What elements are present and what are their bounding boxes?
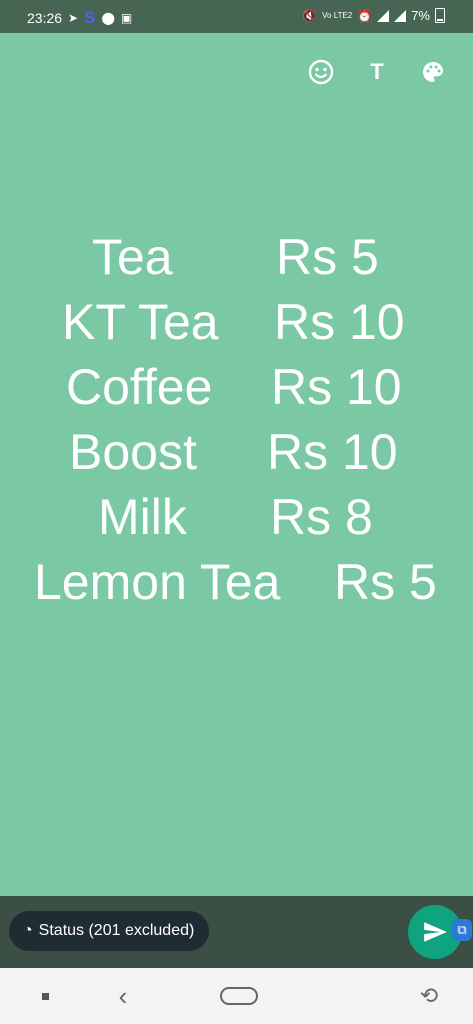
alarm-icon: ⏰ [357, 8, 373, 23]
copy-icon[interactable]: ⧉ [452, 919, 472, 941]
volte-icon: Vo LTE2 [322, 11, 353, 20]
privacy-icon: ◔ [23, 922, 33, 939]
menu-row: Coffee Rs 10 [0, 355, 473, 420]
system-nav-bar: ‹ ⟲ [0, 968, 473, 1024]
item-price: Rs 5 [334, 554, 437, 610]
back-icon: ‹ [118, 980, 128, 1011]
location-icon: ⬤ [101, 11, 115, 25]
status-chip-label: Status (201 excluded) [38, 922, 195, 939]
item-price: Rs 5 [276, 229, 379, 285]
rotate-icon: ⟲ [419, 983, 439, 1008]
item-name: Coffee [66, 359, 213, 415]
text-tool-icon[interactable]: T [363, 58, 391, 86]
palette-icon[interactable] [419, 58, 447, 86]
menu-row: KT Tea Rs 10 [0, 290, 473, 355]
menu-row: Milk Rs 8 [0, 485, 473, 550]
mute-icon: 🔇 [302, 8, 318, 23]
app-s-icon: S [84, 8, 96, 27]
home-button[interactable] [219, 968, 259, 1024]
battery-saver-icon: ▣ [120, 11, 133, 25]
menu-row: Boost Rs 10 [0, 420, 473, 485]
back-button[interactable]: ‹ [108, 968, 138, 1024]
battery-percent: 7% [411, 8, 430, 23]
item-price: Rs 10 [267, 424, 398, 480]
item-price: Rs 8 [270, 489, 373, 545]
item-price: Rs 10 [274, 294, 405, 350]
clock: 23:26 [27, 10, 63, 26]
status-audience-chip[interactable]: ◔ Status (201 excluded) [9, 911, 210, 951]
item-name: KT Tea [62, 294, 219, 350]
editor-toolbar: T [307, 58, 447, 86]
signal-icon [394, 9, 407, 22]
item-price: Rs 10 [271, 359, 402, 415]
battery-icon [435, 8, 445, 23]
status-text-content: Tea Rs 5 KT Tea Rs 10 Coffee Rs 10 Boost… [0, 225, 473, 615]
home-icon [220, 987, 258, 1005]
emoji-icon[interactable] [307, 58, 335, 86]
signal-icon [377, 9, 390, 22]
item-name: Boost [69, 424, 197, 480]
rotate-button[interactable]: ⟲ [414, 968, 444, 1024]
recents-button[interactable] [35, 968, 55, 1024]
telegram-icon: ➤ [68, 11, 79, 25]
item-name: Tea [92, 229, 173, 285]
status-bar: 23:26 ➤ S ⬤ ▣ 🔇 Vo LTE2 ⏰ 7% [0, 0, 473, 33]
item-name: Lemon Tea [34, 554, 281, 610]
recents-icon [41, 992, 49, 1000]
menu-row: Lemon Tea Rs 5 [0, 550, 473, 615]
menu-row: Tea Rs 5 [0, 225, 473, 290]
item-name: Milk [98, 489, 187, 545]
send-icon [424, 922, 447, 942]
